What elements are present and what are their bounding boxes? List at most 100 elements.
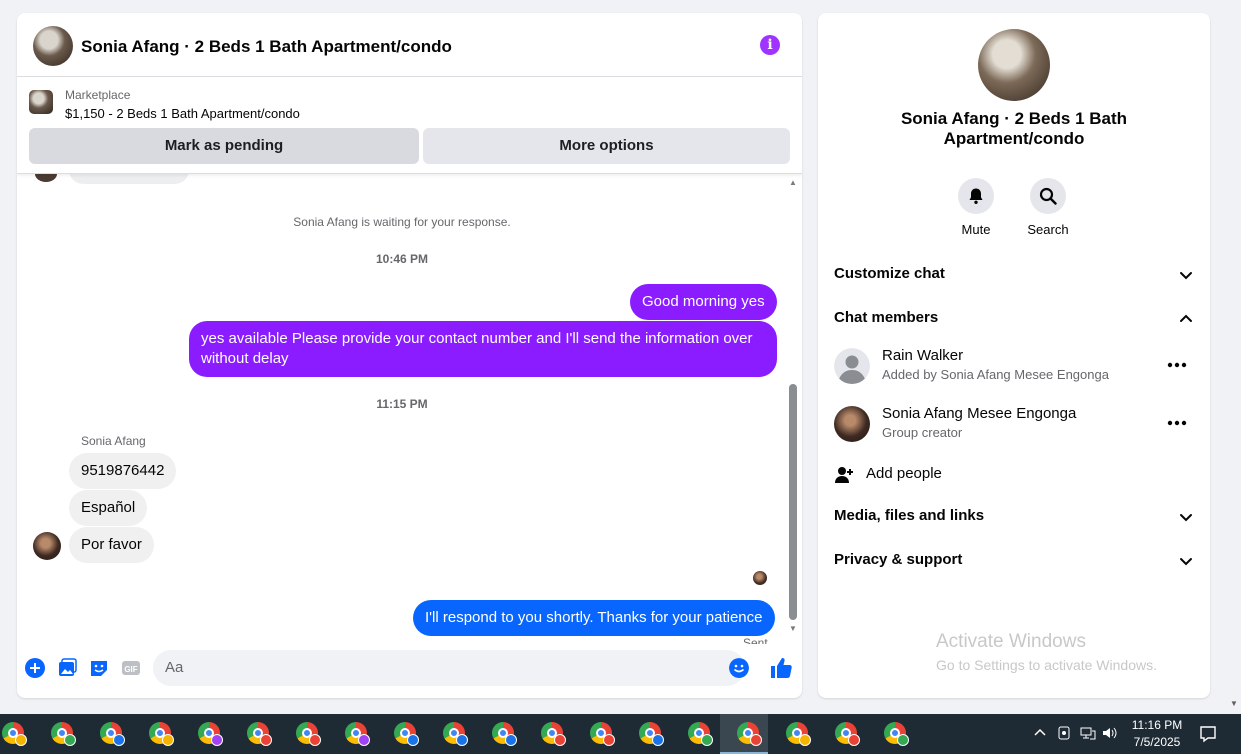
section-title: Media, files and links bbox=[834, 507, 985, 524]
notification-icon[interactable] bbox=[1199, 725, 1217, 743]
conversation-avatar[interactable] bbox=[33, 26, 73, 66]
chrome-profile-icon[interactable] bbox=[490, 720, 518, 748]
message-input[interactable] bbox=[165, 659, 705, 676]
outgoing-message[interactable]: yes available Please provide your contac… bbox=[189, 321, 777, 377]
privacy-support-section[interactable]: Privacy & support bbox=[834, 549, 1194, 573]
chrome-profile-icon[interactable] bbox=[147, 720, 175, 748]
mark-as-pending-button[interactable]: Mark as pending bbox=[29, 128, 419, 164]
customize-chat-section[interactable]: Customize chat bbox=[834, 263, 1194, 287]
chrome-profile-icon[interactable] bbox=[588, 720, 616, 748]
member-subtitle: Group creator bbox=[882, 425, 963, 440]
member-row[interactable]: Sonia Afang Mesee Engonga Group creator bbox=[834, 403, 1194, 447]
chrome-profile-icon[interactable] bbox=[539, 720, 567, 748]
incoming-message[interactable]: Español bbox=[69, 490, 148, 526]
member-name: Rain Walker bbox=[882, 347, 964, 364]
chrome-profile-icon[interactable] bbox=[637, 720, 665, 748]
section-title: Privacy & support bbox=[834, 551, 963, 568]
listing-title[interactable]: $1,150 - 2 Beds 1 Bath Apartment/condo bbox=[65, 106, 300, 121]
sender-name: Sonia Afang bbox=[81, 434, 146, 448]
member-avatar bbox=[834, 406, 870, 442]
system-message: Sonia Afang is waiting for your response… bbox=[293, 215, 511, 229]
photo-icon[interactable] bbox=[57, 658, 77, 678]
activate-windows-watermark: Activate Windows Go to Settings to activ… bbox=[936, 631, 1157, 673]
chrome-profile-icon[interactable] bbox=[196, 720, 224, 748]
scrollbar-thumb[interactable] bbox=[789, 384, 797, 620]
add-people-button[interactable]: Add people bbox=[834, 463, 1194, 487]
profile-avatar[interactable] bbox=[978, 29, 1050, 101]
mute-label: Mute bbox=[961, 222, 991, 237]
scroll-down-icon[interactable]: ▼ bbox=[789, 625, 797, 633]
profile-name: Sonia Afang · 2 Beds 1 Bath Apartment/co… bbox=[900, 109, 1128, 148]
chevron-up-icon[interactable] bbox=[1032, 725, 1048, 741]
chevron-down-icon bbox=[1180, 272, 1192, 280]
scroll-down-icon[interactable]: ▼ bbox=[1230, 699, 1238, 708]
meet-now-icon[interactable] bbox=[1056, 725, 1072, 741]
system-clock[interactable]: 11:16 PM 7/5/2025 bbox=[1122, 717, 1192, 751]
section-title: Chat members bbox=[834, 309, 939, 326]
listing-thumbnail[interactable] bbox=[29, 90, 53, 114]
plus-icon[interactable] bbox=[25, 658, 45, 678]
more-icon[interactable] bbox=[1167, 415, 1187, 431]
emoji-icon[interactable] bbox=[729, 658, 749, 678]
chrome-profile-icon[interactable] bbox=[686, 720, 714, 748]
member-row[interactable]: Rain Walker Added by Sonia Afang Mesee E… bbox=[834, 345, 1194, 389]
outgoing-message[interactable]: I'll respond to you shortly. Thanks for … bbox=[413, 600, 775, 636]
chrome-profile-icon[interactable] bbox=[784, 720, 812, 748]
incoming-message[interactable]: Por favor bbox=[69, 527, 154, 563]
chat-header: Sonia Afang · 2 Beds 1 Bath Apartment/co… bbox=[17, 13, 802, 77]
outgoing-message[interactable]: Good morning yes bbox=[630, 284, 777, 320]
section-title: Customize chat bbox=[834, 265, 945, 282]
timestamp: 10:46 PM bbox=[375, 252, 429, 266]
info-icon[interactable]: i bbox=[760, 35, 780, 55]
mute-button[interactable]: Mute bbox=[946, 178, 1006, 237]
add-people-label: Add people bbox=[866, 465, 942, 482]
clock-date: 7/5/2025 bbox=[1133, 735, 1181, 749]
chrome-profile-icon[interactable] bbox=[343, 720, 371, 748]
marketplace-label: Marketplace bbox=[65, 88, 131, 102]
avatar bbox=[35, 174, 57, 182]
chat-members-section[interactable]: Chat members bbox=[834, 307, 1194, 331]
clock-time: 11:16 PM bbox=[1131, 718, 1183, 732]
media-files-links-section[interactable]: Media, files and links bbox=[834, 505, 1194, 529]
watermark-subtitle: Go to Settings to activate Windows. bbox=[936, 657, 1157, 673]
network-icon[interactable] bbox=[1080, 725, 1096, 741]
gif-icon[interactable]: GIF bbox=[121, 658, 141, 678]
read-receipt-avatar bbox=[753, 571, 767, 585]
search-icon bbox=[1039, 187, 1057, 205]
chrome-profile-icon[interactable] bbox=[735, 720, 763, 748]
default-avatar-icon bbox=[834, 348, 870, 384]
bell-icon bbox=[969, 188, 983, 204]
chevron-down-icon bbox=[1180, 514, 1192, 522]
search-button[interactable]: Search bbox=[1018, 178, 1078, 237]
add-person-icon bbox=[835, 467, 853, 483]
scroll-up-icon[interactable]: ▲ bbox=[789, 179, 797, 187]
like-icon[interactable] bbox=[769, 656, 793, 680]
composer: GIF bbox=[17, 644, 802, 698]
marketplace-banner: Marketplace $1,150 - 2 Beds 1 Bath Apart… bbox=[17, 77, 802, 174]
sticker-icon[interactable] bbox=[89, 658, 109, 678]
chevron-down-icon bbox=[1180, 558, 1192, 566]
chrome-profile-icon[interactable] bbox=[98, 720, 126, 748]
chrome-profile-icon[interactable] bbox=[441, 720, 469, 748]
more-options-button[interactable]: More options bbox=[423, 128, 790, 164]
chrome-profile-icon[interactable] bbox=[833, 720, 861, 748]
member-name: Sonia Afang Mesee Engonga bbox=[882, 405, 1077, 422]
chrome-profile-icon[interactable] bbox=[392, 720, 420, 748]
taskbar: 11:16 PM 7/5/2025 bbox=[0, 714, 1241, 754]
sender-avatar[interactable] bbox=[33, 532, 61, 560]
chevron-up-icon bbox=[1180, 314, 1192, 322]
chrome-profile-icon[interactable] bbox=[49, 720, 77, 748]
chat-scrollbar[interactable]: ▲ ▼ bbox=[787, 179, 799, 633]
chrome-profile-icon[interactable] bbox=[0, 720, 28, 748]
more-icon[interactable] bbox=[1167, 357, 1187, 373]
conversation-title[interactable]: Sonia Afang · 2 Beds 1 Bath Apartment/co… bbox=[81, 37, 452, 57]
search-label: Search bbox=[1027, 222, 1069, 237]
incoming-message[interactable]: 9519876442 bbox=[69, 453, 177, 489]
chrome-profile-icon[interactable] bbox=[245, 720, 273, 748]
chrome-profile-icon[interactable] bbox=[294, 720, 322, 748]
chrome-profile-icon[interactable] bbox=[882, 720, 910, 748]
page-scrollbar[interactable]: ▼ bbox=[1228, 0, 1241, 714]
volume-icon[interactable] bbox=[1102, 725, 1118, 741]
svg-text:GIF: GIF bbox=[124, 665, 137, 674]
watermark-title: Activate Windows bbox=[936, 631, 1086, 652]
